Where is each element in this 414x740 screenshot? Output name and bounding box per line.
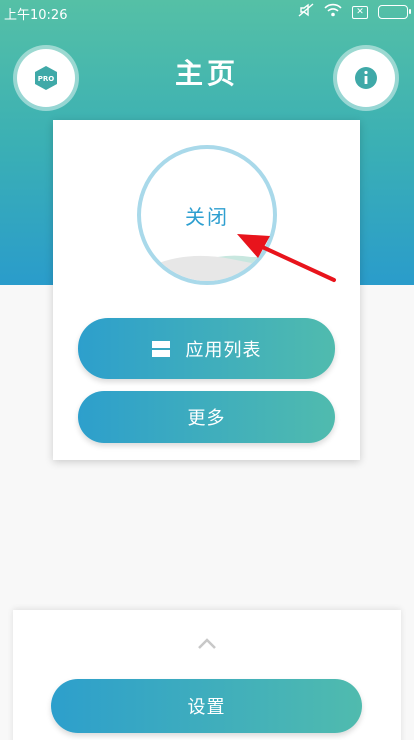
mute-icon bbox=[298, 3, 314, 21]
info-icon bbox=[355, 67, 377, 89]
status-icons: ✕ bbox=[298, 3, 411, 21]
toggle-state-label: 关闭 bbox=[185, 205, 229, 229]
chevron-up-icon[interactable] bbox=[197, 636, 217, 650]
more-label: 更多 bbox=[187, 408, 226, 429]
settings-button[interactable]: 设置 bbox=[51, 679, 362, 733]
status-bar: 上午10:26 ✕ bbox=[0, 0, 414, 24]
bottom-sheet: 设置 bbox=[13, 610, 401, 740]
list-icon bbox=[151, 340, 170, 357]
toggle-switch[interactable]: 关闭 bbox=[137, 145, 277, 285]
app-list-button[interactable]: 应用列表 bbox=[78, 318, 335, 379]
no-sim-icon: ✕ bbox=[352, 5, 368, 19]
info-button[interactable] bbox=[333, 45, 399, 111]
more-button[interactable]: 更多 bbox=[78, 391, 335, 443]
wifi-icon bbox=[324, 3, 342, 21]
battery-icon bbox=[378, 5, 411, 19]
status-time: 上午10:26 bbox=[4, 8, 68, 23]
settings-label: 设置 bbox=[187, 697, 226, 718]
app-list-label: 应用列表 bbox=[185, 339, 262, 361]
main-card: 关闭 应用列表 更多 bbox=[53, 120, 360, 460]
